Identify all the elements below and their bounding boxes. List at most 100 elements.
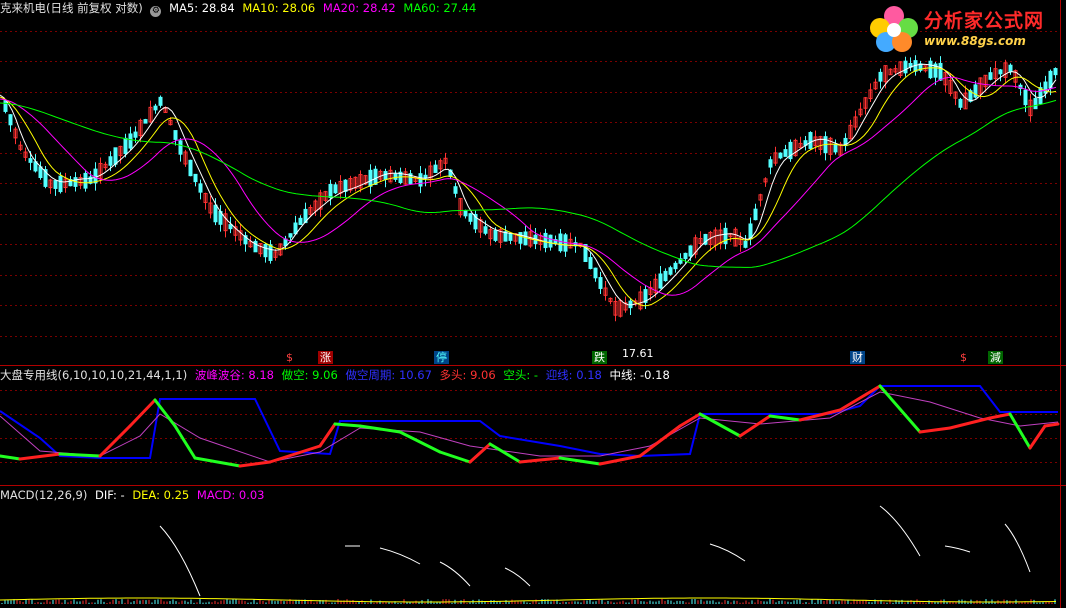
candle-body [753, 208, 758, 221]
candle-body [688, 245, 693, 257]
candle-body [93, 168, 98, 184]
ma20-value: MA20: 28.42 [322, 1, 396, 15]
candle-body [268, 244, 273, 261]
candle-body [53, 180, 58, 189]
duotou-kongtou-segment [128, 398, 157, 428]
candle-body [598, 277, 603, 289]
price-panel[interactable]: 克来机电(日线 前复权 对数) ⚙ MA5: 28.84 MA10: 28.06… [0, 0, 1066, 366]
candle-body [508, 232, 513, 241]
marker-dollar-1: $ [286, 351, 293, 364]
duotou-kongtou-segment [768, 414, 802, 422]
duotou-kongtou-segment [333, 422, 362, 428]
duotou-kongtou-segment [98, 424, 132, 458]
indicator-chart[interactable] [0, 366, 1066, 486]
candle-body [778, 152, 783, 159]
candle-body [748, 223, 753, 240]
duotou-kongtou-segment [173, 424, 197, 460]
candle-body [173, 130, 178, 140]
candle-body [113, 147, 118, 165]
macd-panel[interactable]: MACD(12,26,9) DIF: - DEA: 0.25 MACD: 0.0… [0, 486, 1066, 608]
candle-body [198, 183, 203, 193]
logo-name: 分析家公式网 [924, 10, 1045, 32]
macd-name[interactable]: MACD(12,26,9) [0, 488, 87, 502]
duotou-kongtou-segment [558, 456, 602, 466]
candle-body [1038, 87, 1043, 105]
macd-value: MACD: 0.03 [196, 488, 265, 502]
dif-line [709, 543, 746, 562]
dif-line [879, 505, 921, 557]
duotou-kongtou-segment [238, 460, 272, 468]
duotou-kongtou-segment [918, 426, 952, 434]
duotou-kongtou-segment [58, 452, 102, 458]
candle-body [958, 98, 963, 108]
candle-body [108, 156, 113, 166]
yuxian-value: 迎线: 0.18 [545, 368, 602, 382]
candle-body [558, 233, 563, 252]
dea-value: DEA: 0.25 [132, 488, 190, 502]
zhongxian-value: 中线: -0.18 [609, 368, 670, 382]
candle-body [288, 233, 293, 238]
duotou-kongtou-segment [698, 412, 742, 438]
duotou-kongtou-segment [1008, 412, 1032, 450]
dif-line [159, 525, 201, 597]
macd-header: MACD(12,26,9) DIF: - DEA: 0.25 MACD: 0.0… [0, 487, 269, 503]
price-header: 克来机电(日线 前复权 对数) ⚙ MA5: 28.84 MA10: 28.06… [0, 0, 480, 17]
candle-body [453, 186, 458, 194]
candle-body [543, 232, 548, 249]
marker-cai: 财 [850, 351, 865, 364]
candle-body [178, 140, 183, 155]
low-price-label: 17.61 [622, 347, 654, 360]
dif-line [1004, 523, 1031, 573]
dif-value: DIF: - [95, 488, 125, 502]
candle-body [903, 60, 908, 74]
candle-body [928, 60, 933, 79]
duotou-kongtou-segment [0, 454, 22, 461]
candle-body [133, 131, 138, 138]
stock-title[interactable]: 克来机电(日线 前复权 对数) [0, 1, 143, 15]
duotou-kongtou-segment [738, 414, 772, 438]
candle-body [28, 158, 33, 163]
candle-body [158, 96, 163, 106]
candle-body [588, 257, 593, 269]
zuokong-value: 做空: 9.06 [281, 368, 338, 382]
indicator-panel[interactable]: 大盘专用线(6,10,10,10,21,44,1,1) 波峰波谷: 8.18 做… [0, 366, 1066, 486]
site-logo: 分析家公式网 www.88gs.com [866, 2, 1064, 54]
dif-line [379, 547, 421, 565]
candle-body [3, 100, 8, 112]
candle-body [333, 184, 338, 194]
candle-body [493, 229, 498, 241]
candle-body [673, 262, 678, 270]
ma5-value: MA5: 28.84 [169, 1, 235, 15]
candle-body [1008, 64, 1013, 72]
duotou-kongtou-segment [18, 452, 62, 461]
duotou-kongtou-segment [438, 450, 472, 464]
candle-body [483, 226, 488, 234]
settings-gear-icon[interactable]: ⚙ [150, 6, 162, 17]
ma5-line [0, 63, 1057, 306]
candle-body [938, 62, 943, 81]
flower-logo-icon [870, 6, 918, 52]
candle-body [658, 273, 663, 289]
candle-body [593, 267, 598, 279]
dif-line [944, 545, 971, 553]
duotou-kongtou-segment [1028, 424, 1047, 450]
marker-ting: 停 [434, 351, 449, 364]
duotou-kongtou-segment [878, 384, 922, 434]
indicator-name[interactable]: 大盘专用线(6,10,10,10,21,44,1,1) [0, 368, 187, 382]
marker-zhang: 涨 [318, 351, 333, 364]
candle-body [1023, 89, 1028, 106]
marker-jian: 減 [988, 351, 1003, 364]
zuokong-zhouqi-value: 做空周期: 10.67 [345, 368, 432, 382]
duotou-kongtou-segment [398, 430, 442, 454]
candle-body [293, 222, 298, 235]
logo-url: www.88gs.com [924, 34, 1026, 48]
price-chart[interactable] [0, 0, 1066, 366]
candle-body [193, 173, 198, 183]
candle-body [58, 175, 63, 193]
candle-body [418, 173, 423, 187]
duotou-value: 多头: 9.06 [439, 368, 496, 382]
candle-body [1053, 68, 1058, 76]
candle-body [743, 240, 748, 248]
macd-chart[interactable] [0, 486, 1066, 608]
candle-body [1033, 98, 1038, 110]
